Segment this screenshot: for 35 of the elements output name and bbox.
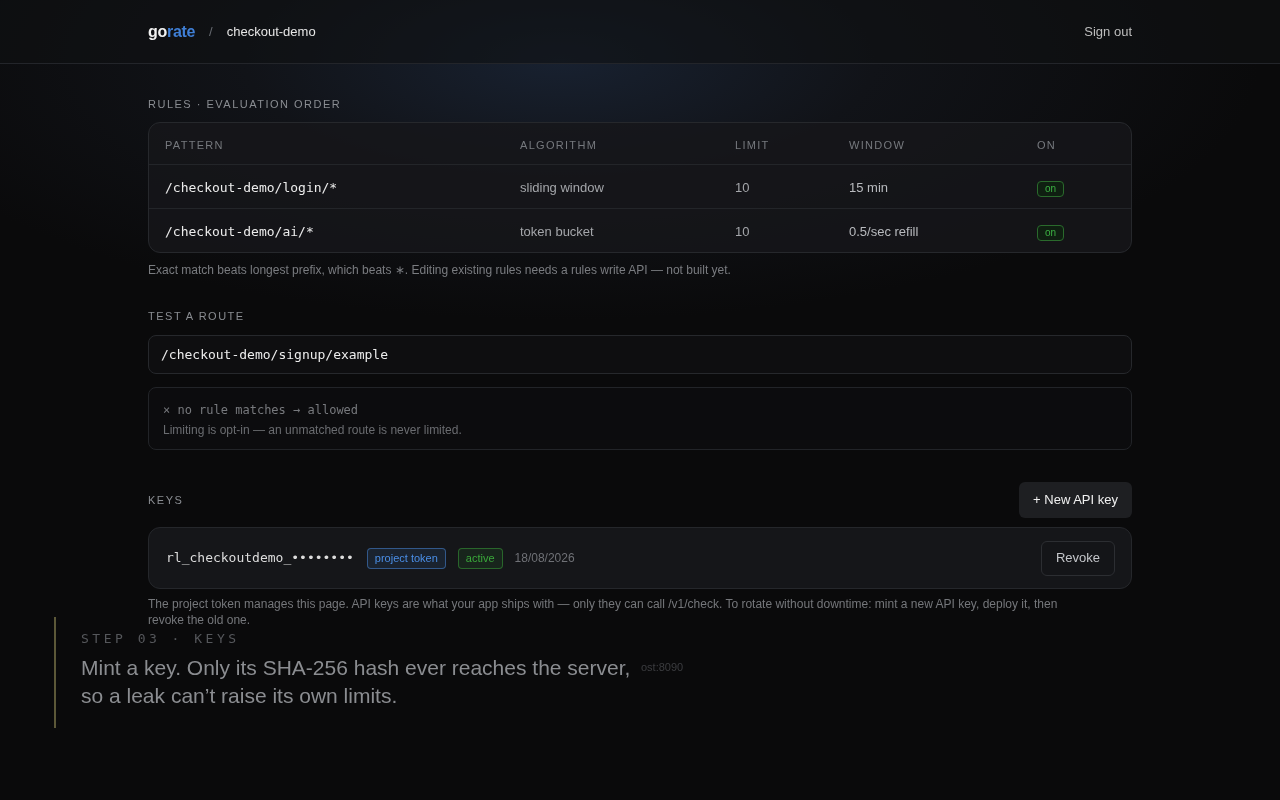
sign-out-button[interactable]: Sign out	[1072, 15, 1144, 48]
revoke-button[interactable]: Revoke	[1040, 540, 1115, 576]
status-badge[interactable]: on	[1037, 224, 1065, 241]
algorithm-cell: token bucket	[520, 223, 594, 239]
column-header: ON	[1037, 138, 1057, 151]
match-result-detail: Limiting is opt-in — an unmatched route is never limited.	[163, 422, 462, 438]
pattern-cell: /checkout-demo/ai/*	[165, 223, 314, 239]
limit-cell: 10	[735, 223, 750, 239]
column-header: PATTERN	[165, 138, 224, 151]
column-header: WINDOW	[849, 138, 906, 151]
caption-text: Mint a key. Only its SHA-256 hash ever reaches the server, so a leak can’t raise its own limits.	[81, 655, 631, 709]
key-badge: active	[457, 547, 503, 569]
rules-note: Exact match beats longest prefix, which beats ∗. Editing existing rules needs a rules write API — not built yet.	[148, 262, 731, 278]
pattern-cell: /checkout-demo/login/*	[165, 179, 338, 195]
step-label: STEP 03 · KEYS	[81, 631, 240, 647]
column-header: LIMIT	[735, 138, 770, 151]
breadcrumb-separator: /	[209, 22, 213, 41]
section-heading: KEYS	[148, 493, 184, 507]
limit-cell: 10	[735, 179, 750, 195]
window-cell: 15 min	[849, 179, 889, 195]
status-badge[interactable]: on	[1037, 180, 1065, 197]
logo: gorate	[148, 21, 196, 42]
new-api-key-button[interactable]: + New API key	[1019, 482, 1132, 518]
keys-note: The project token manages this page. API keys are what your app ships with — only they can call /v1/check. To rotate without downtime: mint a new API key, deploy it, then revoke the old one.	[148, 596, 1059, 628]
route-input[interactable]: /checkout-demo/signup/example	[148, 335, 1132, 374]
project-name: checkout-demo	[226, 22, 316, 41]
window-cell: 0.5/sec refill	[849, 223, 919, 239]
section-heading: TEST A ROUTE	[148, 309, 245, 323]
key-date: 18/08/2026	[514, 550, 575, 567]
algorithm-cell: sliding window	[520, 179, 604, 195]
key-badge: project token	[366, 547, 446, 569]
column-header: ALGORITHM	[520, 138, 598, 151]
match-result-text: × no rule matches → allowed	[163, 402, 359, 418]
section-heading: RULES · EVALUATION ORDER	[148, 97, 342, 111]
api-key-text: rl_checkoutdemo_••••••••	[166, 549, 354, 568]
